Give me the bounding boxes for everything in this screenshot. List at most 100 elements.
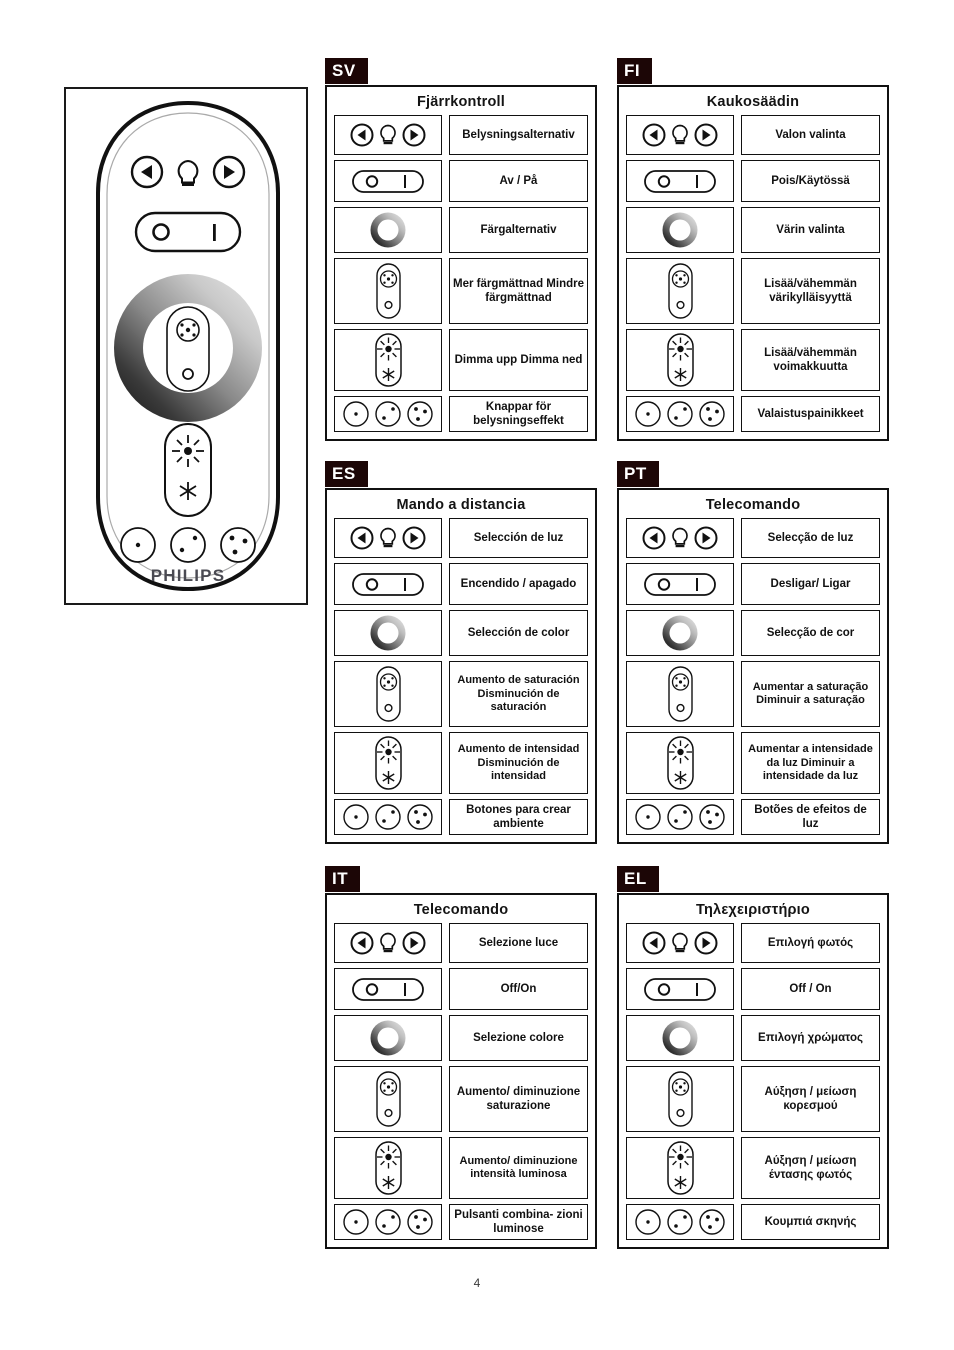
scene-3-dot-c xyxy=(232,549,238,555)
brightness-pad-icon xyxy=(375,1141,402,1195)
power-toggle-icon xyxy=(352,170,424,194)
feature-row: Valaistuspainikkeet xyxy=(626,396,880,433)
feature-icon-cell-brightness-pad xyxy=(626,329,734,392)
feature-row: Lisää/vähemmän värikylläisyyttä xyxy=(626,258,880,325)
panel-title-el: Τηλεχειριστήριο xyxy=(696,902,810,919)
feature-label: Aumentar a intensidade da luz Diminuir a… xyxy=(741,732,880,795)
scene-button-2[interactable] xyxy=(170,527,206,563)
feature-label: Encendido / apagado xyxy=(449,563,588,606)
panel-title-fi: Kaukosäädin xyxy=(706,94,800,111)
feature-row: Knappar för belysningseffekt xyxy=(334,396,588,433)
feature-label: Off/On xyxy=(449,968,588,1011)
feature-icon-cell-color-ring xyxy=(334,1015,442,1062)
feature-icon-cell-brightness-pad xyxy=(334,732,442,795)
feature-row: Botones para crear ambiente xyxy=(334,799,588,836)
feature-label: Off / On xyxy=(741,968,880,1011)
brightness-pad-icon xyxy=(375,333,402,387)
language-tag-pt: PT xyxy=(617,461,659,488)
scene-buttons-icon xyxy=(343,1209,433,1235)
feature-label: Selección de luz xyxy=(449,518,588,559)
panel-title-sv: Fjärrkontroll xyxy=(417,94,505,111)
feature-icon-cell-light-select xyxy=(626,518,734,559)
feature-row: Botões de efeitos de luz xyxy=(626,799,880,836)
feature-icon-cell-scene-buttons xyxy=(334,396,442,433)
scene-buttons-icon xyxy=(635,804,725,830)
feature-label: Αύξηση / μείωση έντασης φωτός xyxy=(741,1137,880,1200)
feature-row: Encendido / apagado xyxy=(334,563,588,606)
feature-label: Επιλογή χρώματος xyxy=(741,1015,880,1062)
remote-scene-buttons[interactable] xyxy=(120,527,256,563)
light-select-icon xyxy=(642,526,718,550)
scene-3-dot-b xyxy=(242,538,248,544)
feature-row: Off/On xyxy=(334,968,588,1011)
feature-icon-cell-scene-buttons xyxy=(334,1204,442,1241)
panel-rows-it: Selezione luce Off/On Selezione colore A… xyxy=(334,923,588,1241)
power-rocker-outline xyxy=(134,211,242,253)
feature-row: Επιλογή φωτός xyxy=(626,923,880,964)
scene-button-3[interactable] xyxy=(220,527,256,563)
remote-illustration-frame: PHILIPS xyxy=(64,87,308,605)
language-tag-sv: SV xyxy=(325,58,368,85)
feature-icon-cell-light-select xyxy=(334,923,442,964)
feature-label: Κουμπιά σκηνής xyxy=(741,1204,880,1241)
feature-icon-cell-saturation-pad xyxy=(334,258,442,325)
color-ring-icon xyxy=(662,1020,698,1056)
feature-icon-cell-color-ring xyxy=(334,610,442,657)
light-select-icon xyxy=(642,123,718,147)
panel-rows-fi: Valon valinta Pois/Käytössä Värin valint… xyxy=(626,115,880,433)
philips-brand-logo: PHILIPS xyxy=(151,566,226,585)
remote-power-rocker[interactable] xyxy=(134,211,242,253)
light-select-icon xyxy=(642,931,718,955)
remote-light-select-group[interactable] xyxy=(130,155,246,189)
feature-icon-cell-color-ring xyxy=(334,207,442,254)
feature-icon-cell-light-select xyxy=(334,115,442,156)
panel-it: IT Telecomando Selezione luce Off/On Sel… xyxy=(325,866,597,1250)
feature-label: Αύξηση / μείωση κορεσμού xyxy=(741,1066,880,1133)
feature-label: Lisää/vähemmän värikylläisyyttä xyxy=(741,258,880,325)
feature-icon-cell-saturation-pad xyxy=(334,661,442,728)
saturation-pad-icon xyxy=(668,1071,693,1127)
panel-rows-sv: Belysningsalternativ Av / På Färgalterna… xyxy=(334,115,588,433)
feature-row: Av / På xyxy=(334,160,588,203)
feature-icon-cell-color-ring xyxy=(626,207,734,254)
panel-el: EL Τηλεχειριστήριο Επιλογή φωτός Off / O… xyxy=(617,866,889,1250)
feature-label: Valon valinta xyxy=(741,115,880,156)
saturation-less-icon[interactable] xyxy=(182,368,194,380)
feature-label: Valaistuspainikkeet xyxy=(741,396,880,433)
saturation-pad-icon xyxy=(376,1071,401,1127)
feature-row: Värin valinta xyxy=(626,207,880,254)
panel-box-el: Τηλεχειριστήριο Επιλογή φωτός Off / On Ε… xyxy=(617,893,889,1250)
remote-saturation-pad[interactable] xyxy=(166,306,210,392)
bulb-icon xyxy=(177,159,199,184)
panel-rows-el: Επιλογή φωτός Off / On Επιλογή χρώματος xyxy=(626,923,880,1241)
feature-label: Aumento de saturación Disminución de sat… xyxy=(449,661,588,728)
panel-rows-es: Selección de luz Encendido / apagado Sel… xyxy=(334,518,588,836)
language-tag-el: EL xyxy=(617,866,659,893)
feature-icon-cell-scene-buttons xyxy=(334,799,442,836)
power-toggle-icon xyxy=(644,978,716,1002)
feature-icon-cell-scene-buttons xyxy=(626,799,734,836)
feature-icon-cell-power xyxy=(626,968,734,1011)
feature-row: Aumento de saturación Disminución de sat… xyxy=(334,661,588,728)
power-toggle-icon xyxy=(644,170,716,194)
feature-row: Selección de luz xyxy=(334,518,588,559)
feature-row: Αύξηση / μείωση κορεσμού xyxy=(626,1066,880,1133)
color-ring-icon xyxy=(662,615,698,651)
feature-row: Selecção de luz xyxy=(626,518,880,559)
panel-fi: FI Kaukosäädin Valon valinta Pois/Käytös… xyxy=(617,58,889,442)
color-ring-icon xyxy=(370,1020,406,1056)
saturation-dot-3 xyxy=(180,333,184,337)
feature-label: Selección de color xyxy=(449,610,588,657)
feature-row: Αύξηση / μείωση έντασης φωτός xyxy=(626,1137,880,1200)
power-toggle-icon xyxy=(352,978,424,1002)
feature-icon-cell-power xyxy=(334,563,442,606)
feature-icon-cell-color-ring xyxy=(626,1015,734,1062)
feature-label: Färgalternativ xyxy=(449,207,588,254)
feature-label: Lisää/vähemmän voimakkuutta xyxy=(741,329,880,392)
bulb-base-icon xyxy=(182,183,194,186)
feature-icon-cell-brightness-pad xyxy=(334,1137,442,1200)
saturation-dot-1 xyxy=(180,323,184,327)
power-on-icon[interactable] xyxy=(213,224,216,241)
feature-icon-cell-color-ring xyxy=(626,610,734,657)
remote-brightness-pad[interactable] xyxy=(164,423,212,517)
